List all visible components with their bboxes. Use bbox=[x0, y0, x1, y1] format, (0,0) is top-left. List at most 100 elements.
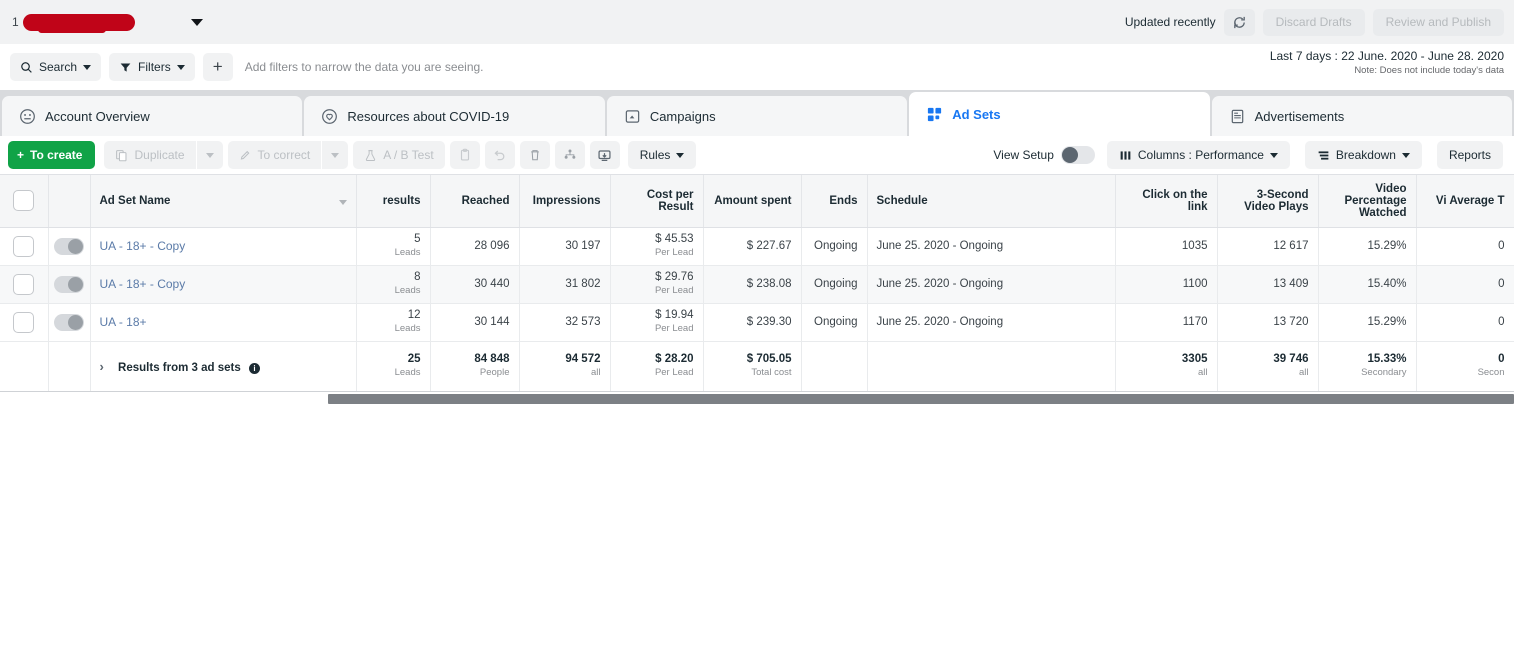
date-range-selector[interactable]: Last 7 days : 22 June. 2020 - June 28. 2… bbox=[1270, 49, 1504, 77]
horizontal-scrollbar[interactable] bbox=[0, 391, 1514, 406]
rules-button[interactable]: Rules bbox=[627, 141, 697, 169]
columns-button[interactable]: Columns : Performance bbox=[1106, 141, 1290, 169]
cell-ad-set-name[interactable]: UA - 18+ - Copy bbox=[90, 227, 357, 266]
clipboard-button[interactable] bbox=[449, 141, 480, 169]
summary-impressions-unit: all bbox=[590, 367, 601, 379]
column-header-cost-per-result[interactable]: Cost per Result bbox=[610, 175, 704, 228]
table-row[interactable]: UA - 18+ - Copy 8 Leads 30 440 31 802 $ 2… bbox=[0, 265, 1514, 304]
summary-cpr: $ 28.20 Per Lead bbox=[610, 341, 704, 392]
row-status-toggle[interactable] bbox=[54, 275, 84, 293]
cell-schedule: June 25. 2020 - Ongoing bbox=[867, 227, 1116, 266]
summary-impressions-value: 94 572 bbox=[565, 352, 601, 365]
breakdown-button[interactable]: Breakdown bbox=[1304, 141, 1422, 169]
summary-vpw-unit: Secondary bbox=[1361, 367, 1407, 379]
summary-results-value: 25 bbox=[407, 352, 421, 365]
cell-ends: Ongoing bbox=[801, 303, 868, 342]
row-checkbox[interactable] bbox=[13, 235, 35, 257]
tab-advertisements[interactable]: Advertisements bbox=[1211, 96, 1513, 136]
correct-dropdown[interactable] bbox=[322, 141, 349, 169]
chevron-down-icon bbox=[205, 152, 214, 158]
chevron-down-icon bbox=[1401, 152, 1410, 158]
row-checkbox[interactable] bbox=[13, 273, 35, 295]
cell-schedule: June 25. 2020 - Ongoing bbox=[867, 265, 1116, 304]
row-status-cell[interactable] bbox=[48, 265, 91, 304]
info-icon[interactable]: i bbox=[248, 362, 260, 374]
cell-ends: Ongoing bbox=[801, 227, 868, 266]
filters-button[interactable]: Filters bbox=[109, 53, 195, 81]
results-value: 5 bbox=[414, 232, 421, 245]
row-status-toggle[interactable] bbox=[54, 237, 84, 255]
horizontal-scrollbar-thumb[interactable] bbox=[328, 393, 1514, 404]
delete-button[interactable] bbox=[519, 141, 550, 169]
row-status-cell[interactable] bbox=[48, 303, 91, 342]
row-select-cell[interactable] bbox=[0, 227, 49, 266]
view-setup-toggle[interactable] bbox=[1060, 146, 1095, 164]
summary-row: › Results from 3 ad sets i 25 Leads 84 84… bbox=[0, 341, 1514, 392]
column-header-schedule[interactable]: Schedule bbox=[867, 175, 1116, 228]
summary-reached-value: 84 848 bbox=[474, 352, 510, 365]
review-publish-button[interactable]: Review and Publish bbox=[1372, 8, 1504, 36]
tab-account-overview[interactable]: Account Overview bbox=[2, 96, 303, 136]
cell-cost-per-result: $ 29.76 Per Lead bbox=[610, 265, 704, 304]
add-filter-button[interactable]: + bbox=[202, 53, 233, 81]
row-status-cell[interactable] bbox=[48, 227, 91, 266]
tab-label: Resources about COVID-19 bbox=[347, 108, 510, 124]
ad-set-link[interactable]: UA - 18+ bbox=[100, 315, 147, 329]
reports-button[interactable]: Reports bbox=[1436, 141, 1503, 169]
column-header-impressions[interactable]: Impressions bbox=[519, 175, 611, 228]
table-row[interactable]: UA - 18+ - Copy 5 Leads 28 096 30 197 $ 4… bbox=[0, 227, 1514, 266]
table-row[interactable]: UA - 18+ 12 Leads 30 144 32 573 $ 19.94 Pe… bbox=[0, 303, 1514, 342]
summary-spent: $ 705.05 Total cost bbox=[703, 341, 802, 392]
cell-amount-spent: $ 239.30 bbox=[703, 303, 802, 342]
flask-icon bbox=[366, 149, 376, 161]
expand-chevron-icon[interactable]: › bbox=[100, 359, 104, 374]
column-header-video-percentage-watched[interactable]: Video Percentage Watched bbox=[1318, 175, 1417, 228]
sort-caret-icon[interactable] bbox=[338, 199, 347, 205]
tab-ad-sets[interactable]: Ad Sets bbox=[909, 92, 1210, 136]
column-header-amount-spent[interactable]: Amount spent bbox=[703, 175, 802, 228]
summary-label-cell[interactable]: › Results from 3 ad sets i bbox=[90, 341, 357, 392]
tab-campaigns[interactable]: Campaigns bbox=[606, 96, 908, 136]
duplicate-dropdown[interactable] bbox=[196, 141, 223, 169]
select-all-checkbox[interactable] bbox=[13, 190, 35, 212]
column-header-reached[interactable]: Reached bbox=[430, 175, 520, 228]
date-range-note: Note: Does not include today's data bbox=[1354, 64, 1504, 76]
column-header-ad-set-name[interactable]: Ad Set Name bbox=[90, 175, 357, 228]
column-header-click-on-the-link[interactable]: Click on the link bbox=[1115, 175, 1218, 228]
cell-ad-set-name[interactable]: UA - 18+ bbox=[90, 303, 357, 342]
ad-set-link[interactable]: UA - 18+ - Copy bbox=[100, 277, 186, 291]
tab-bar: Account Overview Resources about COVID-1… bbox=[0, 90, 1514, 136]
cpr-value: $ 29.76 bbox=[655, 270, 694, 283]
ad-set-link[interactable]: UA - 18+ - Copy bbox=[100, 239, 186, 253]
undo-button[interactable] bbox=[484, 141, 515, 169]
chevron-down-icon[interactable] bbox=[190, 18, 203, 26]
row-status-toggle[interactable] bbox=[54, 313, 84, 331]
cell-ad-set-name[interactable]: UA - 18+ - Copy bbox=[90, 265, 357, 304]
refresh-button[interactable] bbox=[1223, 8, 1255, 36]
column-header-results[interactable]: results bbox=[356, 175, 431, 228]
row-select-cell[interactable] bbox=[0, 303, 49, 342]
summary-spent-unit: Total cost bbox=[751, 367, 792, 379]
chevron-down-icon bbox=[176, 64, 185, 70]
tab-resources-covid[interactable]: Resources about COVID-19 bbox=[304, 96, 605, 136]
row-select-cell[interactable] bbox=[0, 265, 49, 304]
summary-label: Results from 3 ad sets bbox=[118, 361, 241, 374]
row-checkbox[interactable] bbox=[13, 311, 35, 333]
column-header-3-second-video-plays[interactable]: 3-Second Video Plays bbox=[1217, 175, 1319, 228]
duplicate-button[interactable]: Duplicate bbox=[104, 141, 196, 169]
create-button[interactable]: + To create bbox=[8, 141, 96, 169]
select-all-header[interactable] bbox=[0, 175, 49, 228]
discard-drafts-button[interactable]: Discard Drafts bbox=[1262, 8, 1365, 36]
ab-test-button[interactable]: A / B Test bbox=[353, 141, 445, 169]
column-header-ends[interactable]: Ends bbox=[801, 175, 868, 228]
correct-button[interactable]: To correct bbox=[227, 141, 322, 169]
cell-video-plays: 13 409 bbox=[1217, 265, 1319, 304]
cell-clicks: 1100 bbox=[1115, 265, 1218, 304]
chevron-down-icon bbox=[676, 152, 685, 158]
audience-button[interactable] bbox=[554, 141, 585, 169]
account-selector[interactable]: 1 bbox=[0, 13, 203, 33]
cell-video-percentage: 15.29% bbox=[1318, 227, 1417, 266]
export-button[interactable] bbox=[589, 141, 620, 169]
column-header-video-average-time[interactable]: Vi Average T bbox=[1416, 175, 1514, 228]
search-button[interactable]: Search bbox=[10, 53, 102, 81]
